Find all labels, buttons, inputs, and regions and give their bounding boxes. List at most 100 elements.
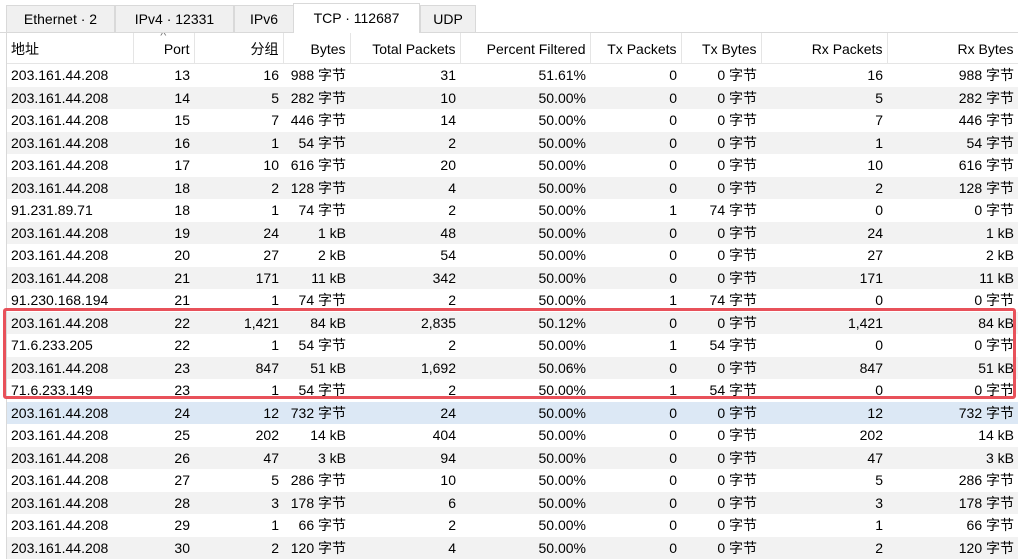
tab-tcp[interactable]: TCP · 112687: [293, 3, 420, 33]
table-row[interactable]: 91.230.168.194 21 1 74 字节 2 50.00% 1 74 字节 0 0 字节: [7, 289, 1018, 312]
tab-ethernet[interactable]: Ethernet · 2: [6, 5, 115, 32]
column-header-tx-bytes[interactable]: Tx Bytes: [681, 33, 762, 64]
cell-rx-packets: 0: [875, 292, 883, 309]
cell-port: 21: [174, 292, 190, 309]
cell-total-packets: 31: [440, 67, 456, 84]
cell-rx-packets: 5: [761, 86, 887, 109]
table-row[interactable]: 203.161.44.208 23 847 51 kB 1,692 50.06% 0 0 字节…: [7, 356, 1018, 379]
cell-tx-packets: 0: [669, 247, 677, 264]
table-row[interactable]: 203.161.44.208 24 12 732 字节 24 50.00% 0 0 字节 12 7…: [7, 401, 1018, 424]
cell-rx-bytes: 0 字节: [974, 292, 1014, 309]
column-header-bytes[interactable]: Bytes: [283, 33, 351, 64]
cell-rx-bytes: 84 kB: [887, 311, 1018, 334]
tab-ipv6[interactable]: IPv6: [234, 5, 294, 32]
table-row[interactable]: 71.6.233.205 22 1 54 字节 2 50.00% 1 54 字节 0 0 字节: [7, 334, 1018, 357]
cell-rx-bytes: 0 字节: [974, 337, 1014, 354]
column-header-tx-packets[interactable]: Tx Packets: [590, 33, 682, 64]
cell-tx-bytes: 0 字节: [681, 266, 761, 289]
table-row[interactable]: 203.161.44.208 21 171 11 kB 342 50.00% 0 0 字节 17…: [7, 266, 1018, 289]
cell-tx-bytes: 0 字节: [717, 472, 757, 489]
column-header-label: Tx Bytes: [702, 41, 757, 57]
cell-rx-packets: 12: [761, 401, 887, 424]
cell-rx-packets: 16: [867, 67, 883, 84]
cell-packets: 24: [194, 221, 283, 244]
table-row[interactable]: 203.161.44.208 29 1 66 字节 2 50.00% 0 0 字节 1 66 字节: [7, 514, 1018, 537]
table-body: 203.161.44.208 13 16 988 字节 31 51.61% 0 0 字节 16 9…: [7, 64, 1018, 559]
column-header-total-packets[interactable]: Total Packets: [350, 33, 461, 64]
cell-rx-packets: 171: [761, 266, 887, 289]
cell-packets: 5: [271, 472, 279, 489]
table-row[interactable]: 203.161.44.208 13 16 988 字节 31 51.61% 0 0 字节 16 9…: [7, 64, 1018, 87]
column-header-packets[interactable]: 分组: [194, 33, 284, 64]
table-row[interactable]: 203.161.44.208 16 1 54 字节 2 50.00% 0 0 字节 1 54 字节: [7, 131, 1018, 154]
table-row[interactable]: 203.161.44.208 14 5 282 字节 10 50.00% 0 0 字节 5 282…: [7, 86, 1018, 109]
cell-rx-bytes: 120 字节: [887, 536, 1018, 559]
cell-tx-bytes: 0 字节: [717, 517, 757, 534]
cell-bytes: 128 字节: [283, 176, 350, 199]
cell-rx-bytes: 3 kB: [887, 446, 1018, 469]
cell-tx-packets: 1: [669, 292, 677, 309]
cell-percent-filtered: 50.12%: [460, 311, 590, 334]
cell-total-packets: 10: [440, 472, 456, 489]
table-row[interactable]: 203.161.44.208 30 2 120 字节 4 50.00% 0 0 字节 2 120 …: [7, 536, 1018, 559]
table-row[interactable]: 203.161.44.208 25 202 14 kB 404 50.00% 0 0 字节 20…: [7, 424, 1018, 447]
table-row[interactable]: 91.231.89.71 18 1 74 字节 2 50.00% 1 74 字节 0 0 字节: [7, 199, 1018, 222]
column-header-address[interactable]: 地址: [7, 33, 134, 64]
cell-address: 203.161.44.208: [7, 446, 133, 469]
cell-port: 25: [174, 427, 190, 444]
cell-port: 24: [133, 401, 194, 424]
cell-total-packets: 4: [350, 536, 460, 559]
cell-tx-packets: 0: [669, 517, 677, 534]
cell-total-packets: 2: [448, 517, 456, 534]
cell-percent-filtered: 50.00%: [460, 266, 590, 289]
cell-tx-packets: 0: [590, 446, 681, 469]
cell-total-packets: 2: [448, 382, 456, 399]
cell-total-packets: 404: [432, 427, 456, 444]
table-row[interactable]: 203.161.44.208 17 10 616 字节 20 50.00% 0 0 字节 10 6…: [7, 154, 1018, 177]
table-row[interactable]: 203.161.44.208 22 1,421 84 kB 2,835 50.12% 0 0 …: [7, 311, 1018, 334]
cell-percent-filtered: 51.61%: [538, 67, 586, 84]
cell-rx-packets: 7: [875, 112, 883, 129]
column-header-rx-packets[interactable]: Rx Packets: [761, 33, 888, 64]
cell-port: 22: [133, 311, 194, 334]
tab-ipv4[interactable]: IPv4 · 12331: [115, 5, 234, 32]
table-row[interactable]: 71.6.233.149 23 1 54 字节 2 50.00% 1 54 字节 0 0 字节: [7, 379, 1018, 402]
cell-tx-packets: 0: [669, 112, 677, 129]
table-row[interactable]: 203.161.44.208 15 7 446 字节 14 50.00% 0 0 字节 7 446…: [7, 109, 1018, 132]
cell-percent-filtered: 50.00%: [460, 446, 590, 469]
column-header-rx-bytes[interactable]: Rx Bytes: [887, 33, 1018, 64]
table-row[interactable]: 203.161.44.208 18 2 128 字节 4 50.00% 0 0 字节 2 128 …: [7, 176, 1018, 199]
column-header-percent-filtered[interactable]: Percent Filtered: [460, 33, 591, 64]
cell-total-packets: 342: [350, 266, 460, 289]
cell-rx-bytes: 0 字节: [974, 382, 1014, 399]
cell-bytes: 54 字节: [283, 131, 350, 154]
cell-bytes: 120 字节: [283, 536, 350, 559]
cell-port: 15: [174, 112, 190, 129]
cell-tx-bytes: 54 字节: [709, 337, 757, 354]
tab-udp[interactable]: UDP: [420, 5, 476, 32]
cell-bytes: 14 kB: [310, 427, 346, 444]
cell-rx-packets: 2: [761, 176, 887, 199]
table-row[interactable]: 203.161.44.208 20 27 2 kB 54 50.00% 0 0 字节 27 2 k…: [7, 244, 1018, 267]
cell-bytes: 732 字节: [283, 401, 350, 424]
cell-tx-packets: 0: [590, 491, 681, 514]
cell-percent-filtered: 50.00%: [538, 112, 586, 129]
cell-packets: 1: [271, 517, 279, 534]
cell-total-packets: 4: [350, 176, 460, 199]
table-row[interactable]: 203.161.44.208 27 5 286 字节 10 50.00% 0 0 字节 5 286…: [7, 469, 1018, 492]
table-row[interactable]: 203.161.44.208 26 47 3 kB 94 50.00% 0 0 字节 47 3 k…: [7, 446, 1018, 469]
column-header-label: Port: [163, 41, 190, 57]
cell-address: 203.161.44.208: [11, 472, 109, 489]
table-row[interactable]: 203.161.44.208 28 3 178 字节 6 50.00% 0 0 字节 3 178 …: [7, 491, 1018, 514]
cell-port: 23: [174, 382, 190, 399]
cell-percent-filtered: 50.00%: [538, 517, 586, 534]
cell-rx-bytes: 1 kB: [887, 221, 1018, 244]
table-row[interactable]: 203.161.44.208 19 24 1 kB 48 50.00% 0 0 字节 24 1 k…: [7, 221, 1018, 244]
column-header-label: Percent Filtered: [486, 41, 586, 57]
cell-packets: 1,421: [194, 311, 283, 334]
conversation-table-frame: 地址 Port ^ 分组 Bytes Total Packets Percent Filte…: [6, 33, 1018, 559]
cell-address: 203.161.44.208: [7, 536, 133, 559]
cell-percent-filtered: 50.00%: [460, 131, 590, 154]
column-header-port[interactable]: Port ^: [133, 33, 195, 64]
cell-percent-filtered: 50.00%: [460, 176, 590, 199]
